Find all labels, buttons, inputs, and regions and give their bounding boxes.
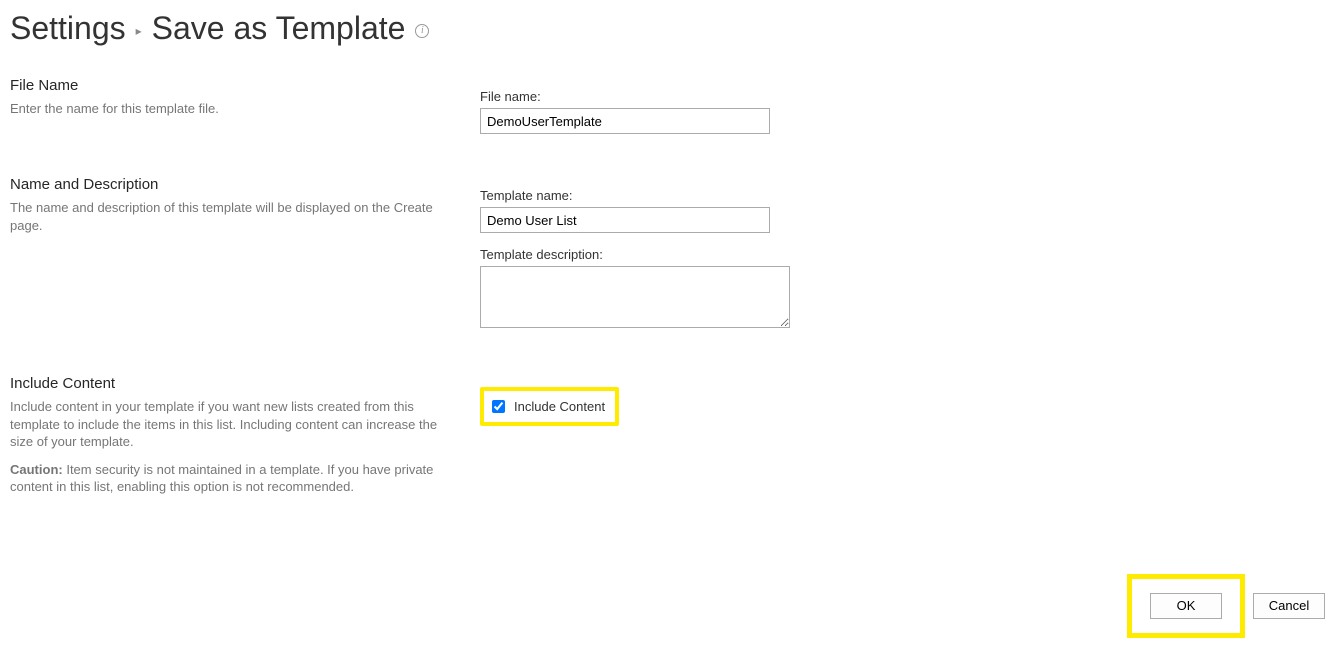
- section-include-content: Include Content Include content in your …: [10, 375, 1325, 506]
- section-name-description: Name and Description The name and descri…: [10, 176, 1325, 347]
- ok-button[interactable]: OK: [1150, 593, 1222, 619]
- breadcrumb-separator-icon: ▸: [136, 24, 142, 38]
- file-name-desc: Enter the name for this template file.: [10, 100, 440, 118]
- page-title: Save as Template: [152, 10, 406, 47]
- cancel-button[interactable]: Cancel: [1253, 593, 1325, 619]
- file-name-label: File name:: [480, 89, 770, 104]
- include-content-checkbox-label: Include Content: [514, 399, 605, 414]
- template-name-label: Template name:: [480, 188, 790, 203]
- button-row: OK Cancel: [10, 534, 1325, 638]
- name-desc-heading: Name and Description: [10, 176, 440, 193]
- template-name-input[interactable]: [480, 207, 770, 233]
- info-icon[interactable]: i: [415, 24, 429, 38]
- breadcrumb-settings-link[interactable]: Settings: [10, 10, 126, 47]
- template-description-input[interactable]: [480, 266, 790, 328]
- include-content-heading: Include Content: [10, 375, 440, 392]
- template-description-label: Template description:: [480, 247, 790, 262]
- caution-label: Caution:: [10, 462, 63, 477]
- include-content-highlight: Include Content: [480, 387, 619, 426]
- file-name-heading: File Name: [10, 77, 440, 94]
- ok-highlight: OK: [1127, 574, 1245, 638]
- include-content-caution: Caution: Item security is not maintained…: [10, 461, 440, 496]
- include-content-desc: Include content in your template if you …: [10, 398, 440, 451]
- section-file-name: File Name Enter the name for this templa…: [10, 77, 1325, 148]
- breadcrumb: Settings ▸ Save as Template i: [10, 0, 1325, 77]
- include-content-checkbox[interactable]: [492, 400, 505, 413]
- name-desc-desc: The name and description of this templat…: [10, 199, 440, 234]
- caution-text: Item security is not maintained in a tem…: [10, 462, 433, 495]
- file-name-input[interactable]: [480, 108, 770, 134]
